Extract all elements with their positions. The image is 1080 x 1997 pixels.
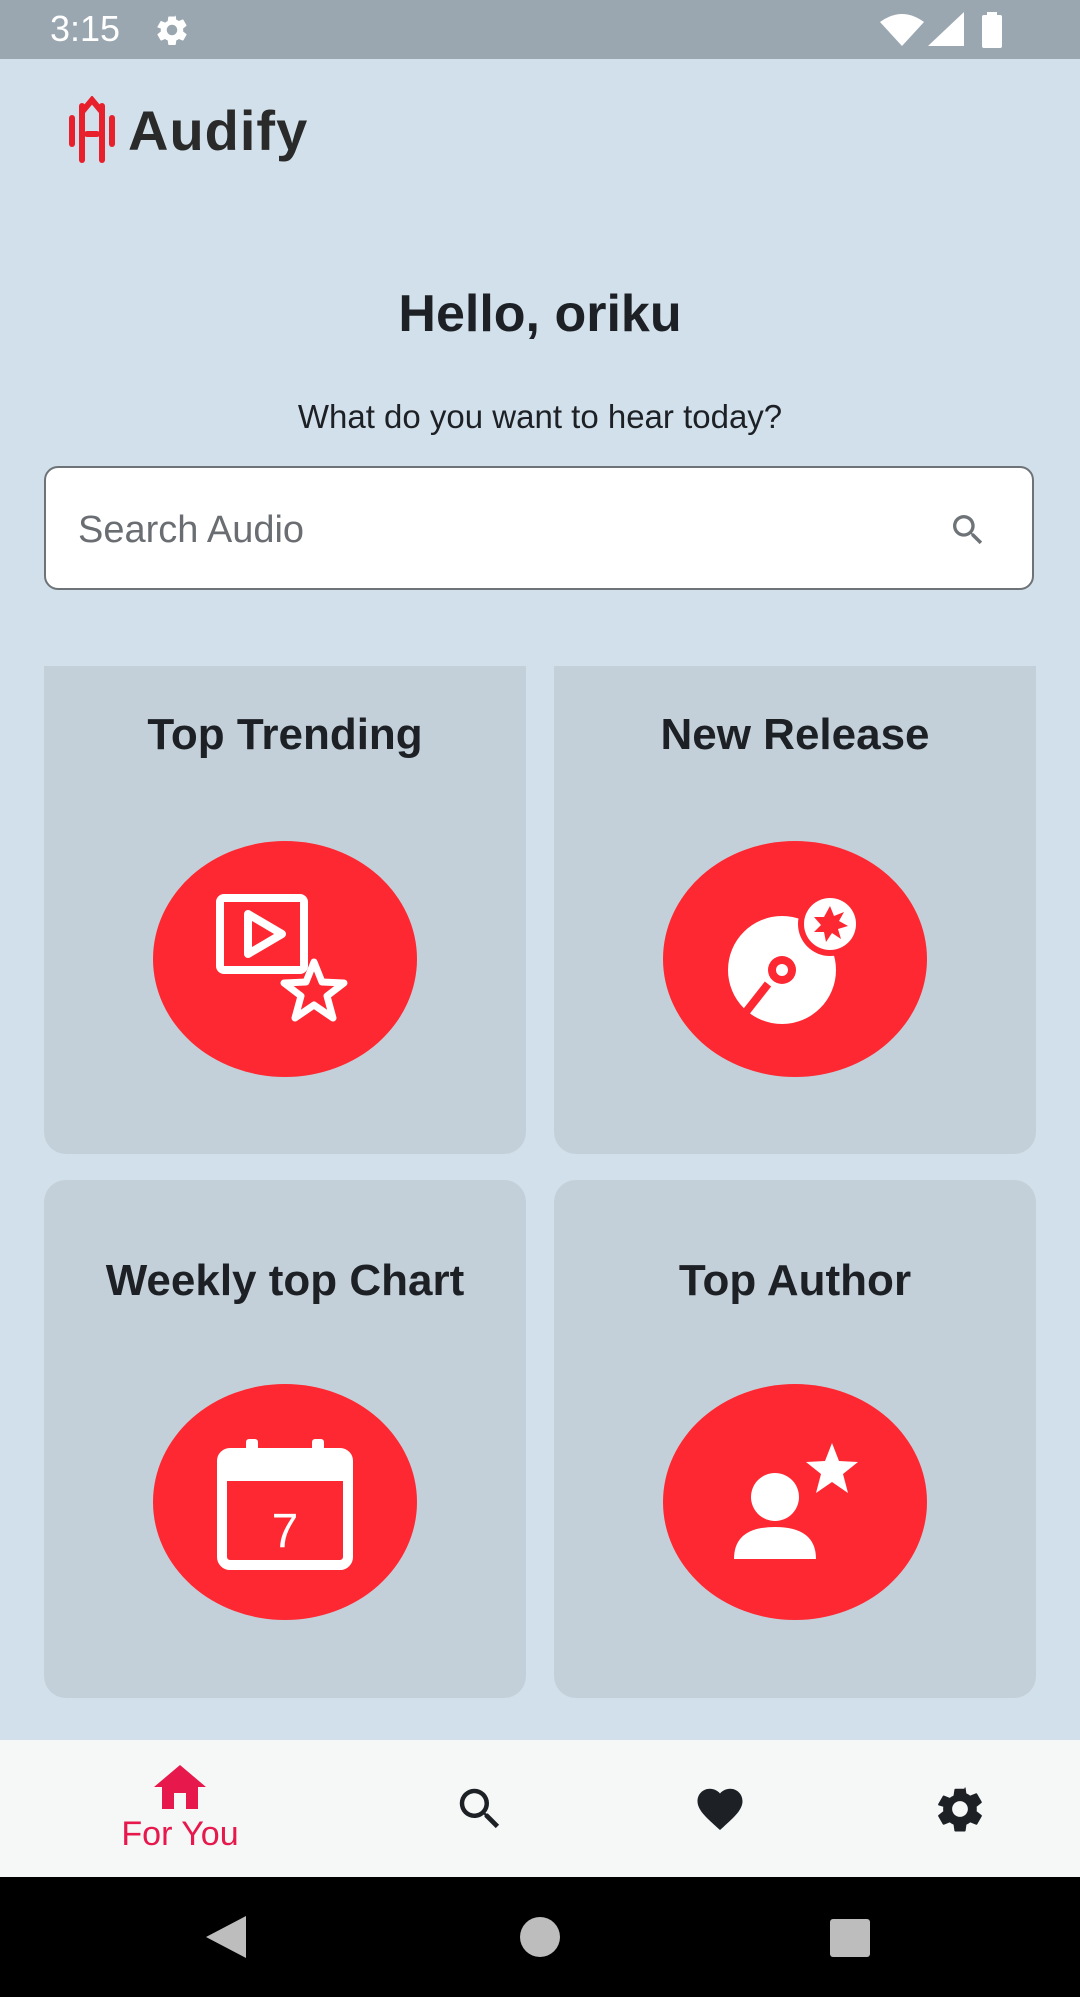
calendar-7-icon: 7 (217, 1439, 353, 1570)
card-new-release[interactable]: New Release (554, 666, 1036, 1154)
nav-item-settings[interactable] (920, 1740, 1000, 1877)
search-input[interactable] (76, 494, 940, 566)
nav-item-favorites[interactable] (680, 1740, 760, 1877)
card-title: New Release (660, 710, 930, 759)
card-title: Weekly top Chart (105, 1256, 465, 1305)
card-weekly-top-chart[interactable]: Weekly top Chart 7 (44, 1180, 526, 1698)
greeting-title: Hello, oriku (398, 285, 682, 343)
app-name: Audify (128, 98, 309, 162)
nav-item-for-you[interactable]: For You (100, 1740, 260, 1877)
recents-button[interactable] (830, 1919, 870, 1957)
card-title: Top Author (678, 1256, 912, 1305)
status-time: 3:15 (50, 8, 121, 49)
video-star-icon (216, 894, 348, 1022)
nav-label: For You (121, 1815, 239, 1853)
card-icon-circle (663, 841, 927, 1077)
search-icon (459, 1788, 500, 1828)
card-title: Top Trending (147, 710, 423, 759)
home-icon (154, 1765, 206, 1809)
gear-icon (157, 15, 187, 46)
wifi-icon (880, 14, 924, 46)
card-top-trending[interactable]: Top Trending (44, 666, 526, 1154)
search-box[interactable] (44, 466, 1034, 590)
card-top-author[interactable]: Top Author (554, 1180, 1036, 1698)
greeting-subtitle: What do you want to hear today? (297, 398, 783, 435)
audify-logo-icon (69, 96, 115, 163)
battery-icon (982, 12, 1002, 48)
disc-new-icon (728, 892, 862, 1024)
heart-icon (697, 1788, 743, 1830)
card-icon-circle (153, 841, 417, 1077)
back-icon[interactable] (204, 1914, 248, 1960)
status-bar: 3:15 (0, 0, 1080, 59)
calendar-day: 7 (272, 1505, 299, 1558)
card-icon-circle (663, 1384, 927, 1620)
person-star-icon (734, 1443, 858, 1559)
search-icon[interactable] (948, 510, 988, 550)
system-nav-bar (0, 1877, 1080, 1997)
bottom-nav: For You (0, 1740, 1080, 1877)
signal-icon (928, 12, 964, 46)
card-icon-circle: 7 (153, 1384, 417, 1620)
nav-item-search[interactable] (440, 1740, 520, 1877)
home-button[interactable] (520, 1917, 560, 1957)
app-logo: Audify (66, 94, 308, 166)
gear-icon (938, 1786, 982, 1832)
